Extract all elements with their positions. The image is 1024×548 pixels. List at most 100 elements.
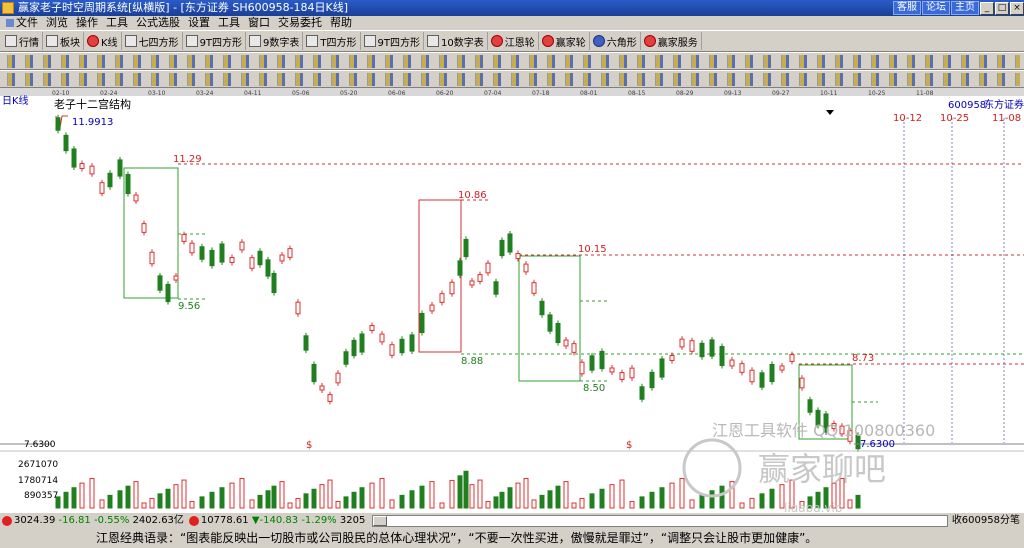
toolbar-winner-wheel-button[interactable]: 赢家轮 (539, 32, 590, 50)
menu-help[interactable]: 帮助 (326, 16, 356, 30)
candle-body (649, 371, 655, 389)
candle-body (769, 363, 775, 383)
menu-window[interactable]: 窗口 (244, 16, 274, 30)
volume-bar (439, 502, 445, 509)
status-bar: 3024.39 -16.81 -0.55% 2402.63亿 10778.61 … (0, 512, 1024, 528)
volume-bar (679, 478, 685, 509)
menu-tools[interactable]: 工具 (102, 16, 132, 30)
candle-body (257, 250, 263, 266)
toolbar-9t-square-button[interactable]: 9T四方形 (183, 32, 247, 50)
home-link[interactable]: 主页 (951, 1, 979, 15)
volume-bar (531, 499, 537, 509)
toolbar-9t-square-2-button[interactable]: 9T四方形 (361, 32, 425, 50)
hexagon-icon (592, 35, 605, 47)
volume-bar (157, 493, 163, 509)
volume-bar (699, 494, 705, 509)
toolbar-hexagon-button[interactable]: 六角形 (590, 32, 641, 50)
candle-body (807, 399, 813, 413)
toolbar-10-number-table-button[interactable]: 10数字表 (424, 32, 488, 50)
candle-body (199, 246, 205, 260)
maximize-button[interactable]: □ (995, 1, 1009, 15)
volume-bar (343, 496, 349, 509)
toolbar-service-button[interactable]: 赢家服务 (641, 32, 702, 50)
volume-bar (409, 490, 415, 509)
candle-body (579, 361, 585, 375)
window-title: 赢家老子时空周期系统[纵横版] - [东方证券 SH600958-184日K线] (18, 1, 349, 14)
box-2-bottom-label: 8.88 (461, 356, 483, 367)
toolbar-kline-button[interactable]: K线 (84, 32, 122, 50)
menu-browse[interactable]: 浏览 (42, 16, 72, 30)
candle-body (485, 262, 491, 274)
candle-body (369, 325, 375, 331)
box-1-bottom-label: 9.56 (178, 301, 200, 312)
candle-body (523, 263, 529, 273)
menu-tools-2[interactable]: 工具 (214, 16, 244, 30)
future-date-label: 10-25 (940, 113, 969, 124)
gann-quote: 江恩经典语录：“图表能反映出一切股市或公司股民的总体心理状况”，“不要一次性买进… (96, 531, 818, 545)
candle-body (507, 233, 513, 253)
volume-bar (379, 478, 385, 509)
forum-link[interactable]: 论坛 (922, 1, 950, 15)
scroll-thumb[interactable] (373, 515, 388, 526)
volume-bar (629, 500, 635, 509)
toolbar-9-number-table-button[interactable]: 9数字表 (246, 32, 304, 50)
candle-body (463, 238, 469, 258)
service-link[interactable]: 客服 (893, 1, 921, 15)
candle-body (477, 274, 483, 282)
candle-body (343, 351, 349, 365)
toolbar-square-button[interactable]: 七四方形 (122, 32, 183, 50)
candle-body (539, 300, 545, 316)
sh-index[interactable]: 3024.39 -16.81 -0.55% 2402.63亿 (0, 513, 184, 528)
toolbar-sector-button[interactable]: 板块 (43, 32, 84, 50)
menu-trade[interactable]: 交易委托 (274, 16, 326, 30)
date-tick-label: 10-25 (868, 90, 886, 97)
candle-body (469, 280, 475, 286)
date-tick-label: 03-10 (148, 90, 166, 97)
date-tick-label: 10-11 (820, 90, 838, 97)
volume-bar (399, 494, 405, 509)
sector-icon (46, 35, 58, 47)
toolbar-gann-wheel-button[interactable]: 江恩轮 (488, 32, 539, 50)
menu-settings[interactable]: 设置 (184, 16, 214, 30)
candle-body (125, 173, 131, 195)
quote-icon (5, 35, 17, 47)
volume-bar (141, 502, 147, 509)
volume-tick-label: 890357 (24, 491, 58, 501)
candle-body (239, 241, 245, 251)
main-toolbar: 行情 板块 K线 七四方形 9T四方形 9数字表 T四方形 9T四方形 10数字… (0, 30, 1024, 52)
volume-bar (71, 487, 77, 509)
title-bar: 赢家老子时空周期系统[纵横版] - [东方证券 SH600958-184日K线]… (0, 0, 1024, 16)
volume-tick-label: 1780714 (18, 476, 58, 486)
box-2-top-label: 10.86 (458, 190, 487, 201)
candle-body (359, 333, 365, 353)
menu-file[interactable]: 文件 (2, 16, 42, 30)
candle-body (609, 367, 615, 373)
menu-operate[interactable]: 操作 (72, 16, 102, 30)
event-marker: $ (626, 440, 632, 451)
minimize-button[interactable]: _ (980, 1, 994, 15)
volume-bar (469, 484, 475, 509)
volume-bar (351, 491, 357, 509)
status-scrollbar[interactable] (372, 514, 948, 527)
candle-body (449, 281, 455, 295)
menu-bar: 文件 浏览 操作 工具 公式选股 设置 工具 窗口 交易委托 帮助 (0, 16, 1024, 30)
volume-bar (457, 475, 463, 509)
toolbar-quote-button[interactable]: 行情 (2, 32, 43, 50)
toolbar-t-square-button[interactable]: T四方形 (303, 32, 361, 50)
indicator-label: 老子十二宫结构 (54, 97, 131, 111)
drawing-tools-icons[interactable] (4, 55, 1020, 68)
analysis-tools-icons[interactable] (4, 73, 1020, 86)
volume-bar (539, 494, 545, 509)
menu-formula[interactable]: 公式选股 (132, 16, 184, 30)
axis-low-label: 7.6300 (24, 440, 56, 450)
close-button[interactable]: × (1010, 1, 1024, 15)
candle-body (79, 163, 85, 169)
candle-body (749, 369, 755, 383)
kline-chart[interactable]: 02-10 02-24 03-10 03-24 04-11 05-06 05-20 06-06… (0, 88, 1024, 512)
volume-bar (599, 488, 605, 509)
sz-index[interactable]: 10778.61 ▼-140.83 -1.29% 3205 (187, 513, 365, 528)
box-3-bottom-label: 8.50 (583, 383, 605, 394)
volume-bar (359, 487, 365, 509)
volume-bar (477, 479, 483, 509)
candle-body (729, 359, 735, 367)
